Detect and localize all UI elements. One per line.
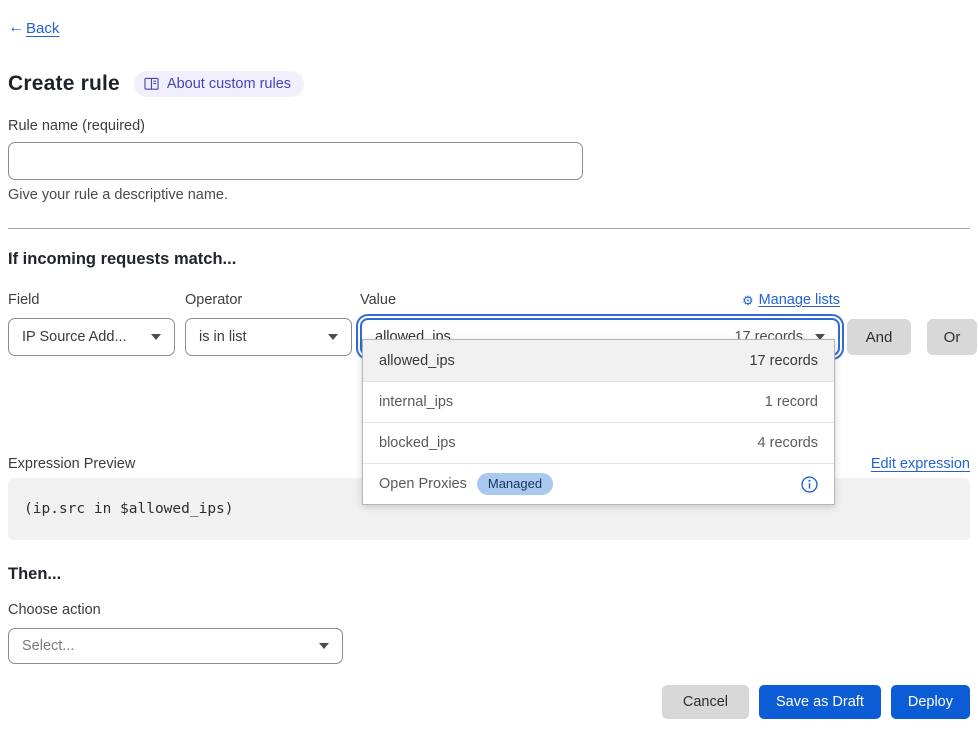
value-column: Value ⚙ Manage lists allowed_ips 17 reco…	[360, 291, 840, 356]
rule-name-label: Rule name (required)	[8, 118, 977, 136]
rule-name-helper: Give your rule a descriptive name.	[8, 187, 977, 205]
list-option-name: allowed_ips	[379, 353, 455, 369]
field-label-text: Field	[8, 292, 39, 308]
chevron-down-icon	[328, 334, 338, 340]
expression-preview-label: Expression Preview	[8, 456, 135, 472]
manage-lists-link[interactable]: ⚙ Manage lists	[742, 292, 840, 308]
expression-code: (ip.src in $allowed_ips)	[24, 501, 234, 517]
list-option-name: internal_ips	[379, 394, 453, 410]
condition-row: Field IP Source Add... Operator is in li…	[8, 291, 977, 356]
operator-select[interactable]: is in list	[185, 318, 352, 356]
gear-icon: ⚙	[742, 294, 754, 307]
title-row: Create rule About custom rules	[8, 70, 977, 97]
field-select-value: IP Source Add...	[22, 329, 127, 345]
cancel-button[interactable]: Cancel	[662, 685, 749, 719]
lists-dropdown-menu: allowed_ips 17 records internal_ips 1 re…	[362, 339, 835, 505]
field-select[interactable]: IP Source Add...	[8, 318, 175, 356]
choose-action-label: Choose action	[8, 602, 977, 620]
list-option-meta: 4 records	[758, 435, 818, 451]
back-label: Back	[26, 20, 59, 37]
or-button[interactable]: Or	[927, 319, 977, 355]
managed-badge: Managed	[477, 473, 553, 495]
about-custom-rules-link[interactable]: About custom rules	[134, 71, 304, 97]
chevron-down-icon	[319, 643, 329, 649]
about-badge-label: About custom rules	[167, 76, 291, 92]
back-arrow-icon: ←	[8, 19, 24, 37]
operator-select-value: is in list	[199, 329, 247, 345]
list-option-name: Open Proxies	[379, 476, 467, 492]
info-icon[interactable]	[801, 476, 818, 493]
list-option-open-proxies[interactable]: Open Proxies Managed	[363, 463, 834, 504]
then-section-title: Then...	[8, 565, 977, 587]
operator-label-text: Operator	[185, 292, 242, 308]
list-option-allowed-ips[interactable]: allowed_ips 17 records	[363, 340, 834, 381]
value-label-row: Value ⚙ Manage lists	[360, 291, 840, 309]
list-option-left: Open Proxies Managed	[379, 473, 553, 495]
list-option-blocked-ips[interactable]: blocked_ips 4 records	[363, 422, 834, 463]
create-rule-page: ←Back Create rule About custom rules	[0, 0, 979, 719]
list-option-internal-ips[interactable]: internal_ips 1 record	[363, 381, 834, 422]
list-option-meta: 17 records	[749, 353, 818, 369]
deploy-button[interactable]: Deploy	[891, 685, 970, 719]
value-label-text: Value	[360, 292, 396, 308]
operator-column: Operator is in list	[185, 291, 352, 356]
list-option-name: blocked_ips	[379, 435, 456, 451]
page-title: Create rule	[8, 72, 120, 96]
action-select[interactable]: Select...	[8, 628, 343, 664]
match-section-title: If incoming requests match...	[8, 250, 977, 272]
field-column: Field IP Source Add...	[8, 291, 175, 356]
manage-lists-label: Manage lists	[759, 292, 840, 308]
and-button[interactable]: And	[847, 319, 911, 355]
section-divider	[8, 228, 970, 229]
book-icon	[144, 77, 159, 91]
action-select-placeholder: Select...	[22, 638, 74, 654]
operator-label: Operator	[185, 291, 352, 309]
list-option-meta: 1 record	[765, 394, 818, 410]
footer-actions: Cancel Save as Draft Deploy	[8, 685, 970, 719]
chevron-down-icon	[151, 334, 161, 340]
rule-name-group: Rule name (required) Give your rule a de…	[8, 118, 977, 205]
back-row: ←Back	[8, 19, 977, 37]
field-label: Field	[8, 291, 175, 309]
save-as-draft-button[interactable]: Save as Draft	[759, 685, 881, 719]
back-link[interactable]: ←Back	[8, 19, 59, 37]
edit-expression-link[interactable]: Edit expression	[871, 456, 970, 472]
rule-name-input[interactable]	[8, 142, 583, 180]
